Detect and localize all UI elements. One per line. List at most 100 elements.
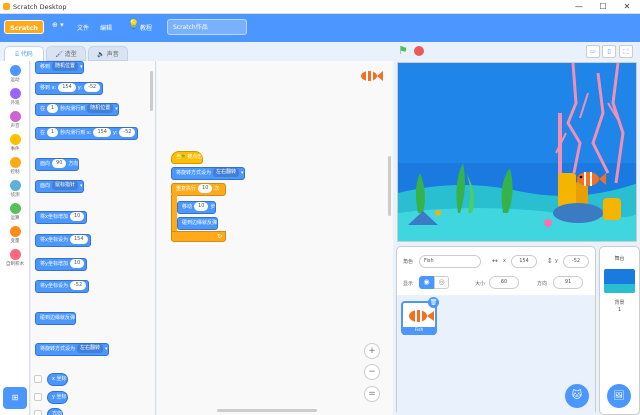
script-workspace[interactable]: 当⚑ 被点击 将旋转方式设为 左右翻转 ▾ 重复执行 10 次 移动 10 步 碰到边缘就反… [157,61,393,415]
block-input[interactable]: 10 [69,259,85,268]
speaker-icon: 🔈 [97,51,107,58]
green-flag-icon: ⚑ [181,154,186,160]
zoom-out-button[interactable]: − [364,364,380,380]
script-repeat[interactable]: 重复执行 10 次 [171,183,226,196]
category-control-label: 控制 [10,170,20,175]
add-backdrop-icon[interactable]: 🖼 [607,384,631,408]
tab-costumes[interactable]: 🖌 造型 [46,46,86,61]
add-sprite-cat-icon[interactable]: 🐱 [565,384,589,408]
block-glide-to-xy[interactable]: 在 1 秒内滑行到 x: 154 y: -52 [35,127,139,140]
menu-file[interactable]: 文件 [77,23,89,32]
block-input[interactable]: 1 [47,104,59,113]
checkbox-y[interactable] [34,393,42,401]
block-set-y[interactable]: 将y坐标设为 -52 [35,280,90,293]
close-button[interactable]: ✕ [616,1,638,13]
fullscreen-icon[interactable]: ⛶ [619,45,633,58]
block-dropdown[interactable]: 左右翻转 [77,344,104,353]
sprite-thumbnail-label: Fish [403,327,435,335]
backdrop-thumbnail[interactable] [604,269,635,293]
block-input[interactable]: 10 [69,212,85,221]
category-operators[interactable]: 运算 [0,203,30,221]
stop-sign-icon[interactable] [414,46,424,56]
add-extension-button[interactable]: ⊞ [3,387,27,409]
checkbox-direction[interactable] [34,410,42,415]
scratch-logo[interactable]: Scratch [4,20,44,34]
script-set-rotation[interactable]: 将旋转方式设为 左右翻转 ▾ [171,167,245,180]
tutorials-bulb-icon[interactable]: 💡 [128,20,139,30]
block-input[interactable]: 154 [93,128,111,137]
category-dot [9,249,21,260]
menu-edit[interactable]: 编辑 [100,23,112,32]
small-stage-button[interactable]: ▭ [586,45,600,58]
block-dropdown[interactable]: 随机位置 [87,104,114,113]
large-stage-button[interactable]: ▯ [602,45,616,58]
category-looks[interactable]: 外观 [0,88,30,106]
block-input[interactable]: 154 [69,235,88,244]
category-my-blocks[interactable]: 自制积木 [0,249,30,267]
script-when-flag-clicked[interactable]: 当⚑ 被点击 [171,151,204,164]
category-motion[interactable]: 运动 [0,65,30,83]
size-input[interactable]: 60 [489,276,519,289]
palette-scrollbar[interactable] [150,71,153,111]
show-eye-icon[interactable]: ◉ [419,276,434,289]
block-set-rotation[interactable]: 将旋转方式设为 左右翻转 ▾ [35,343,109,356]
workspace-scrollbar-horizontal[interactable] [217,409,317,412]
menu-tutorials[interactable]: 教程 [140,23,152,32]
reporter-direction[interactable]: 方向 [47,408,64,415]
block-input[interactable]: 1 [47,128,59,137]
script-move[interactable]: 移动 10 步 [177,201,217,214]
block-dropdown[interactable]: 左右翻转 [213,168,240,177]
zoom-reset-button[interactable]: = [364,386,380,402]
block-set-x[interactable]: 将x坐标设为 154 [35,234,91,247]
category-events-label: 事件 [10,147,20,152]
block-change-y[interactable]: 将y坐标增加 10 [35,258,88,271]
block-input[interactable]: 90 [52,159,67,168]
title-bar: Scratch Desktop — ☐ ✕ [0,0,640,14]
tab-sounds[interactable]: 🔈 声音 [88,46,128,61]
x-input[interactable]: 154 [511,255,537,268]
y-input[interactable]: -52 [563,255,589,268]
hide-eye-icon[interactable]: ◎ [434,276,449,289]
reporter-x-position[interactable]: x 坐标 [47,373,68,386]
block-point-towards[interactable]: 面向 鼠标指针 ▾ [35,180,84,193]
maximize-button[interactable]: ☐ [592,1,614,13]
green-flag-icon[interactable]: ⚑ [398,44,408,57]
block-input[interactable]: -52 [69,281,87,290]
block-dropdown[interactable]: 鼠标指针 [52,181,79,190]
category-sensing[interactable]: 侦测 [0,180,30,198]
block-bounce[interactable]: 碰到边缘就反弹 [35,312,77,325]
block-goto[interactable]: 移到 随机位置 ▾ [35,61,84,74]
block-input[interactable]: -52 [84,83,101,92]
block-glide-to[interactable]: 在 1 秒内滑行到 随机位置 ▾ [35,103,119,116]
block-text: y: [112,130,118,136]
category-variables[interactable]: 变量 [0,226,30,244]
direction-input[interactable]: 91 [553,276,583,289]
block-change-x[interactable]: 将x坐标增加 10 [35,211,88,224]
block-input[interactable]: -52 [119,128,136,137]
block-text: 面向 [40,161,51,167]
sprite-name-input[interactable]: Fish [419,255,481,268]
block-goto-xy[interactable]: 移到 x: 154 y: -52 [35,82,104,95]
stage-canvas[interactable] [397,62,637,242]
project-title-input[interactable]: Scratch作品 [167,19,247,35]
block-input[interactable]: 10 [198,184,213,193]
category-sound[interactable]: 声音 [0,111,30,129]
script-bounce[interactable]: 碰到边缘就反弹 [177,217,219,230]
block-input[interactable]: 10 [194,202,209,211]
category-control[interactable]: 控制 [0,157,30,175]
block-dropdown[interactable]: 随机位置 [52,62,79,71]
zoom-in-button[interactable]: + [364,343,380,359]
checkbox-x[interactable] [34,375,42,383]
block-point-direction[interactable]: 面向 90 方向 [35,158,80,171]
workspace-scrollbar-vertical[interactable] [388,156,391,216]
dropdown-arrow-icon: ▾ [115,106,118,112]
language-globe-icon[interactable]: ⊕ ▾ [52,21,64,29]
reporter-y-position[interactable]: y 坐标 [47,391,68,404]
minimize-button[interactable]: — [568,1,590,13]
category-events[interactable]: 事件 [0,134,30,152]
trash-icon[interactable]: 🗑 [428,297,439,308]
show-label: 显示 [403,281,414,287]
tab-code[interactable]: ⌸ 代码 [4,46,44,61]
block-text: 秒内滑行到 [60,106,86,112]
block-input[interactable]: 154 [58,83,76,92]
